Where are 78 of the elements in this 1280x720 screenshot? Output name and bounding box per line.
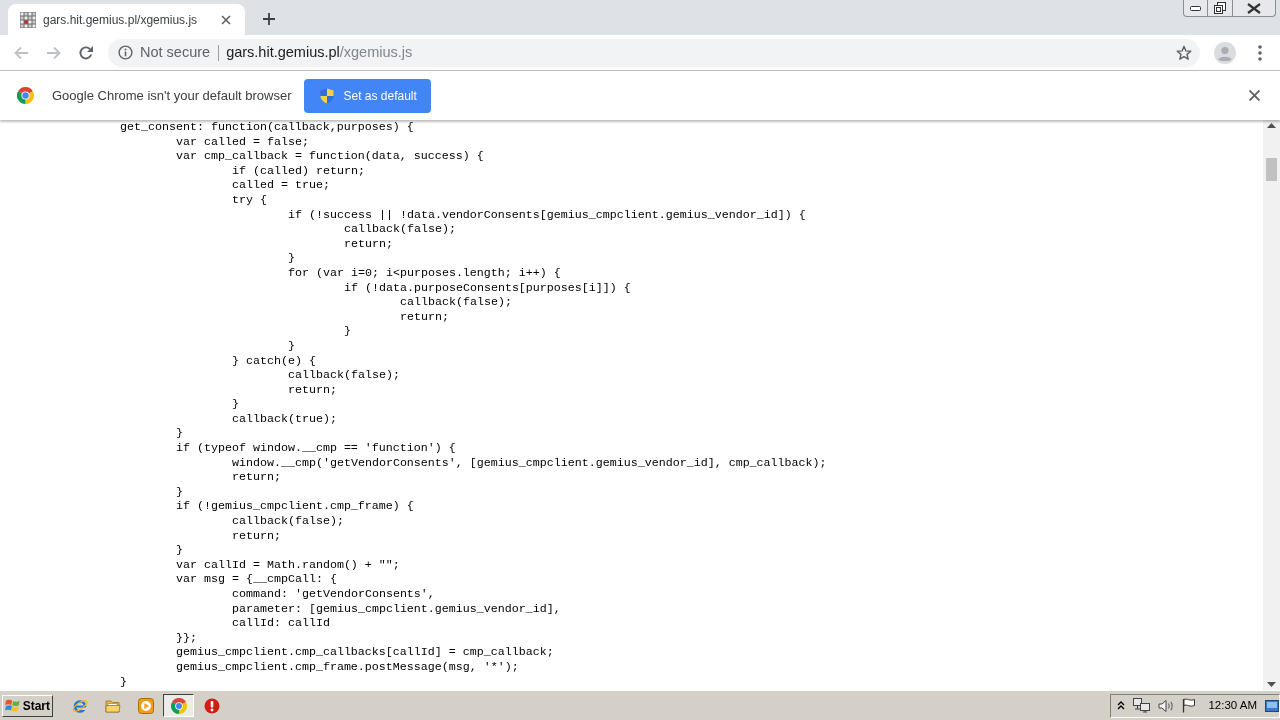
code-line: }}; [176,630,197,646]
browser-tab[interactable]: gars.hit.gemius.pl/xgemius.js [8,4,245,35]
speaker-icon[interactable] [1158,698,1175,713]
address-field[interactable]: Not secure gars.hit.gemius.pl/xgemius.js [108,38,1200,67]
flag-icon[interactable] [1182,698,1197,713]
scrollbar[interactable] [1263,120,1280,690]
code-line: return; [232,470,281,485]
security-chip[interactable]: Not secure [118,41,211,64]
code-line: } [344,324,351,339]
show-desktop-icon[interactable] [1265,699,1279,712]
minimize-button[interactable] [1183,0,1208,17]
play-icon [137,697,154,714]
start-button[interactable]: Start [2,694,53,717]
code-line: command: 'getVendorConsents', [232,587,435,602]
code-line: callback(false); [344,222,456,237]
code-line: gemius_cmpclient.cmp_frame.postMessage(msg, '*'); [176,659,519,675]
code-line: } catch(e) { [232,353,316,369]
restore-icon [1214,2,1226,14]
code-line: called = true; [232,178,330,193]
close-icon [1247,2,1261,14]
code-line: var callId = Math.random() + ""; [176,557,400,573]
close-icon[interactable] [1249,90,1260,101]
clock[interactable]: 12:30 AM [1208,696,1257,715]
code-line: return; [232,528,281,544]
plus-icon[interactable] [263,13,275,25]
menu-icon[interactable] [1258,44,1262,61]
code-line: return; [400,309,449,325]
code-line: callback(false); [288,368,400,383]
code-line: } [120,674,127,690]
code-line: var msg = {__cmpCall: { [176,572,337,587]
taskbar-button[interactable] [163,694,194,717]
code-line: } [288,338,295,354]
alert-icon [203,697,220,714]
scrollbar-thumb[interactable] [1266,158,1277,181]
code-line: for (var i=0; i<purposes.length; i++) { [288,265,561,281]
code-line: callId: callId [232,616,330,631]
code-line: callback(false); [400,295,512,310]
code-line: try { [232,192,267,208]
code-line: } [288,251,295,266]
minimize-icon [1190,5,1201,11]
e-logo-icon [71,697,88,714]
code-line: } [176,484,183,500]
round-logo-icon [17,87,34,104]
code-line: callback(true); [232,411,337,427]
code-line: return; [288,382,337,398]
code-line: gemius_cmpclient.cmp_callbacks[callId] = cmp_callback; [176,645,554,660]
round-logo-icon [170,697,187,714]
code-line: var cmp_callback = function(data, success) { [176,149,484,164]
infobar-message: Google Chrome isn't your default browser [52,86,292,105]
code-line: parameter: [gemius_cmpclient.gemius_vendor_id], [232,601,561,617]
code-line: } [176,543,183,558]
code-line: } [232,397,239,412]
info-icon [118,45,133,60]
set-default-button[interactable]: Set as default [304,78,432,113]
code-line: if (!data.purposeConsents[purposes[i]]) { [344,280,631,296]
code-line: get_consent: function(callback,purposes) { [120,120,414,135]
network-icon[interactable] [1133,698,1151,713]
code-line: window.__cmp('getVendorConsents', [gemius_cmpclient.gemius_vendor_id], cmp_callback); [232,455,827,471]
code-line: var called = false; [176,134,309,150]
code-line: callback(false); [232,514,344,529]
code-line: if (!success || !data.vendorConsents[gemius_cmpclient.gemius_vendor_id]) { [288,207,806,223]
close-button[interactable] [1233,0,1276,17]
folder-icon [104,697,121,714]
arrow-down-icon[interactable] [1267,682,1276,687]
code-line: if (called) return; [232,163,365,179]
code-line: } [176,426,183,442]
shield-icon [320,87,335,104]
chevron-up-icon[interactable] [1117,701,1126,710]
grid-icon [20,11,36,28]
arrow-up-icon[interactable] [1267,123,1276,128]
reload-icon[interactable] [78,44,94,61]
code-line: if (!gemius_cmpclient.cmp_frame) { [176,499,414,515]
code-line: return; [344,236,393,252]
waving-flag-icon [5,698,21,713]
star-icon[interactable] [1176,44,1192,61]
code-line: if (typeof window.__cmp == 'function') { [176,441,456,456]
close-icon[interactable] [221,14,231,25]
restore-button[interactable] [1208,0,1233,17]
